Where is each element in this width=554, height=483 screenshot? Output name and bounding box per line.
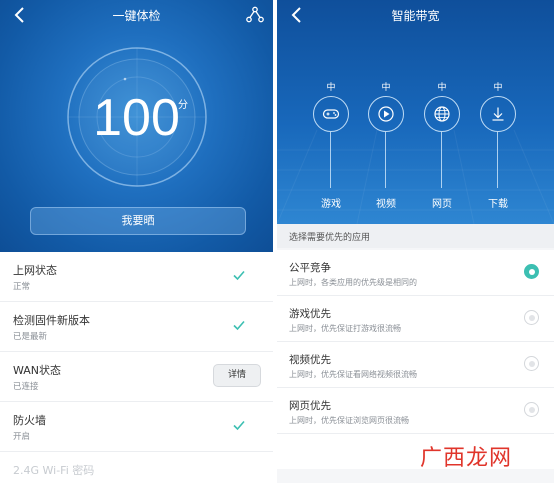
check-item-label: WAN状态 — [13, 364, 62, 377]
health-check-header: 一键体检 100 分 我要晒 — [0, 0, 273, 252]
option-desc: 上网时，各类应用的优先级是相同的 — [289, 278, 417, 287]
category-line — [385, 132, 386, 188]
checkmark-icon — [233, 420, 245, 431]
category-name: 视频 — [376, 199, 396, 210]
check-item-label: 防火墙 — [13, 414, 46, 427]
health-score: 100 — [93, 89, 180, 147]
category-name: 游戏 — [321, 199, 341, 210]
check-item-label: 2.4G Wi-Fi 密码 — [13, 464, 95, 477]
check-item-label: 上网状态 — [13, 264, 57, 277]
check-item-firewall: 防火墙 开启 — [0, 402, 273, 452]
play-icon — [378, 106, 394, 122]
share-button[interactable] — [245, 5, 265, 25]
share-icon — [246, 6, 264, 23]
check-item-status: 已连接 — [13, 382, 39, 392]
option-title: 视频优先 — [289, 354, 331, 366]
check-item-internet-status: 上网状态 正常 — [0, 252, 273, 302]
checkmark-icon — [233, 320, 245, 331]
category-web-button[interactable] — [424, 96, 460, 132]
option-video-priority[interactable]: 视频优先 上网时，优先保证看网络视频很流畅 — [277, 342, 554, 388]
option-title: 公平竞争 — [289, 262, 331, 274]
health-check-panel: 一键体检 100 分 我要晒 上网状态 正常 检测固件新版本 已是最新 WAN状… — [0, 0, 273, 483]
option-desc: 上网时，优先保证看网络视频很流畅 — [289, 370, 417, 379]
option-cut — [277, 434, 554, 469]
check-item-label: 检测固件新版本 — [13, 314, 90, 327]
option-title: 游戏优先 — [289, 308, 331, 320]
check-list: 上网状态 正常 检测固件新版本 已是最新 WAN状态 已连接 详情 防火墙 开启 — [0, 252, 273, 483]
score-unit: 分 — [178, 100, 188, 111]
category-game-button[interactable] — [313, 96, 349, 132]
option-desc: 上网时，优先保证浏览网页很流畅 — [289, 416, 409, 425]
check-item-status: 已是最新 — [13, 332, 48, 342]
smart-bandwidth-header: 智能带宽 中 游戏 中 视频 中 网页 中 下载 — [277, 0, 554, 224]
check-item-wan-status: WAN状态 已连接 详情 — [0, 352, 273, 402]
category-name: 网页 — [432, 199, 452, 210]
category-game: 中 游戏 — [311, 0, 351, 224]
check-item-wifi-password: 2.4G Wi-Fi 密码 — [0, 452, 273, 483]
check-item-firmware: 检测固件新版本 已是最新 — [0, 302, 273, 352]
category-line — [330, 132, 331, 188]
page-title-left: 一键体检 — [112, 9, 161, 23]
category-level: 中 — [381, 83, 391, 93]
category-level: 中 — [437, 83, 447, 93]
category-level: 中 — [493, 83, 503, 93]
category-download-button[interactable] — [480, 96, 516, 132]
option-game-priority[interactable]: 游戏优先 上网时，优先保证打游戏很流畅 — [277, 296, 554, 342]
show-off-button[interactable]: 我要晒 — [30, 207, 246, 235]
wan-details-button[interactable]: 详情 — [213, 364, 261, 387]
left-top-bar: 一键体检 — [0, 0, 273, 32]
option-fair[interactable]: 公平竞争 上网时，各类应用的优先级是相同的 — [277, 250, 554, 296]
category-web: 中 网页 — [422, 0, 462, 224]
priority-options: 公平竞争 上网时，各类应用的优先级是相同的 游戏优先 上网时，优先保证打游戏很流… — [277, 250, 554, 469]
gamepad-icon — [322, 109, 340, 119]
check-item-status: 开启 — [13, 432, 31, 442]
section-label: 选择需要优先的应用 — [289, 233, 371, 243]
option-title: 网页优先 — [289, 400, 331, 412]
option-desc: 上网时，优先保证打游戏很流畅 — [289, 324, 401, 333]
category-line — [497, 132, 498, 188]
radio-unselected[interactable] — [524, 310, 539, 325]
radio-selected[interactable] — [524, 264, 539, 279]
site-watermark: 广西龙网 — [420, 446, 513, 471]
category-level: 中 — [326, 83, 336, 93]
category-download: 中 下载 — [478, 0, 518, 224]
radio-unselected[interactable] — [524, 356, 539, 371]
checkmark-icon — [233, 270, 245, 281]
radio-unselected[interactable] — [524, 402, 539, 417]
category-line — [441, 132, 442, 188]
smart-bandwidth-panel: 智能带宽 中 游戏 中 视频 中 网页 中 下载 选择需要优先的应用 公平竞争 … — [277, 0, 554, 483]
check-item-status: 正常 — [13, 282, 31, 292]
download-icon — [492, 107, 504, 121]
category-video: 中 视频 — [366, 0, 406, 224]
category-video-button[interactable] — [368, 96, 404, 132]
category-name: 下载 — [488, 199, 508, 210]
globe-icon — [434, 106, 450, 122]
priority-section-header: 选择需要优先的应用 — [277, 224, 554, 248]
option-web-priority[interactable]: 网页优先 上网时，优先保证浏览网页很流畅 — [277, 388, 554, 434]
